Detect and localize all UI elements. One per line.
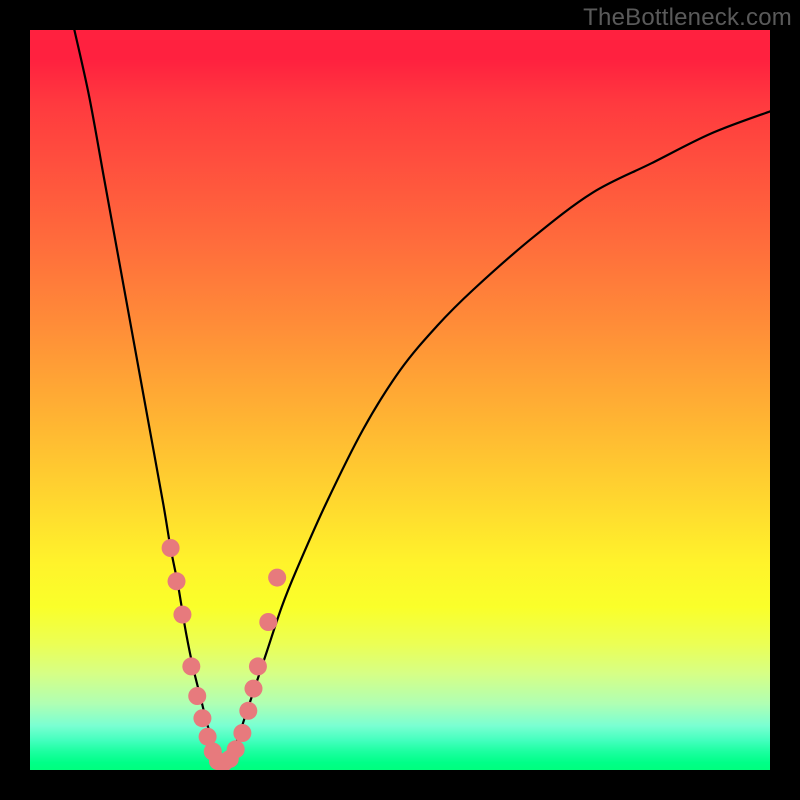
plot-area <box>30 30 770 770</box>
highlight-marker <box>268 569 286 587</box>
highlight-markers <box>162 539 287 770</box>
highlight-marker <box>168 572 186 590</box>
right-curve <box>222 111 770 762</box>
highlight-marker <box>249 657 267 675</box>
highlight-marker <box>182 657 200 675</box>
highlight-marker <box>162 539 180 557</box>
highlight-marker <box>244 680 262 698</box>
highlight-marker <box>188 687 206 705</box>
highlight-marker <box>259 613 277 631</box>
left-curve <box>74 30 222 763</box>
highlight-marker <box>173 606 191 624</box>
watermark-text: TheBottleneck.com <box>583 4 792 32</box>
chart-container: TheBottleneck.com <box>0 0 800 800</box>
highlight-marker <box>233 724 251 742</box>
highlight-marker <box>239 702 257 720</box>
curves-svg <box>30 30 770 770</box>
highlight-marker <box>227 740 245 758</box>
highlight-marker <box>193 709 211 727</box>
